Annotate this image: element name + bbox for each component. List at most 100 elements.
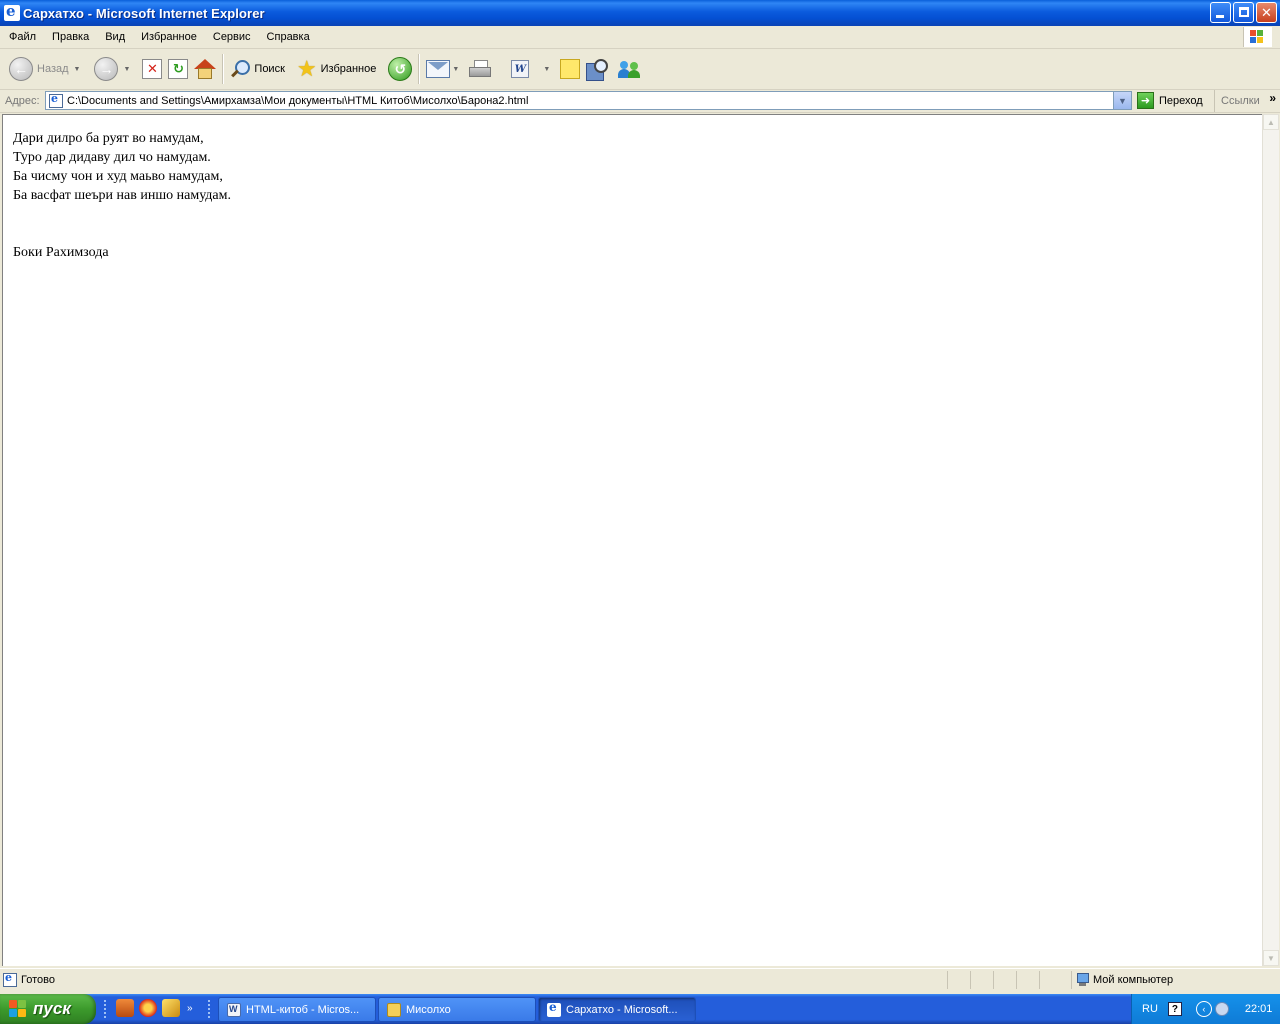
title-bar[interactable]: Сархатхо - Microsoft Internet Explorer ✕ xyxy=(0,0,1280,26)
favorites-star-icon: ★ xyxy=(296,56,317,81)
task-ie[interactable]: Сархатхо - Microsoft... xyxy=(538,997,696,1022)
menu-edit[interactable]: Правка xyxy=(44,31,97,43)
status-cell xyxy=(993,971,1016,989)
taskbar: пуск » HTML-китоб - Micros... Мисолхо Са… xyxy=(0,994,1280,1024)
chevron-more-icon[interactable]: » xyxy=(1269,91,1276,105)
word-edit-icon: W xyxy=(511,60,530,78)
menu-tools[interactable]: Сервис xyxy=(205,31,259,43)
language-indicator[interactable]: RU xyxy=(1142,1003,1158,1015)
back-label: Назад xyxy=(37,63,69,75)
status-cell xyxy=(970,971,993,989)
my-computer-icon xyxy=(1076,973,1089,987)
ie-icon xyxy=(547,1000,561,1017)
print-button[interactable] xyxy=(466,51,494,87)
back-dropdown-icon[interactable]: ▼ xyxy=(74,66,81,73)
status-page-icon xyxy=(3,971,17,987)
tray-network-icon[interactable] xyxy=(1214,1002,1229,1016)
status-text: Готово xyxy=(21,974,55,986)
poem-signature: Боки Рахимзода xyxy=(13,245,109,260)
quicklaunch-tool-icon[interactable] xyxy=(162,999,180,1017)
back-button[interactable]: ← Назад ▼ xyxy=(6,51,83,87)
mail-dropdown-icon[interactable]: ▼ xyxy=(452,66,459,73)
scroll-up-icon[interactable]: ▲ xyxy=(1263,114,1279,130)
document-body: Дари дилро ба руят во намудам, Туро дар … xyxy=(3,115,1262,262)
search-icon xyxy=(230,59,251,79)
search-label: Поиск xyxy=(254,63,285,75)
research-button[interactable] xyxy=(583,51,611,87)
menu-view[interactable]: Вид xyxy=(97,31,133,43)
stop-icon: ✕ xyxy=(142,59,163,79)
edit-button[interactable]: W ▼ xyxy=(508,51,553,87)
windows-flag-icon xyxy=(9,1000,27,1018)
links-toolbar[interactable]: Ссылки xyxy=(1214,90,1260,112)
status-cell xyxy=(947,971,970,989)
messenger-button[interactable] xyxy=(615,51,645,87)
start-label: пуск xyxy=(33,999,71,1018)
ie-app-icon[interactable] xyxy=(4,2,20,21)
note-icon xyxy=(560,59,581,79)
poem-line: Дари дилро ба руят во намудам, xyxy=(13,131,204,146)
taskbar-grip[interactable] xyxy=(208,1000,213,1018)
page-icon xyxy=(49,92,63,108)
address-input[interactable]: C:\Documents and Settings\Амирхамза\Мои … xyxy=(45,91,1132,110)
menu-bar: Файл Правка Вид Избранное Сервис Справка xyxy=(0,26,1280,49)
address-bar: Адрес: C:\Documents and Settings\Амирхам… xyxy=(0,90,1280,113)
menu-favorites[interactable]: Избранное xyxy=(133,31,205,43)
help-icon[interactable]: ? xyxy=(1167,1002,1182,1016)
printer-icon xyxy=(469,60,492,78)
page-content: Дари дилро ба руят во намудам, Туро дар … xyxy=(2,114,1262,966)
links-label: Ссылки xyxy=(1221,95,1260,107)
zone-label: Мой компьютер xyxy=(1093,974,1174,986)
go-button[interactable]: ➜ Переход xyxy=(1137,92,1203,109)
address-label: Адрес: xyxy=(5,95,40,107)
refresh-icon: ↻ xyxy=(168,59,189,79)
edit-dropdown-icon[interactable]: ▼ xyxy=(543,66,550,73)
quicklaunch-browser-icon[interactable] xyxy=(139,999,157,1017)
forward-dropdown-icon[interactable]: ▼ xyxy=(123,66,130,73)
minimize-button[interactable] xyxy=(1210,2,1231,23)
clock[interactable]: 22:01 xyxy=(1245,1003,1273,1015)
menu-file[interactable]: Файл xyxy=(0,31,44,43)
home-button[interactable] xyxy=(191,51,219,87)
restore-button[interactable] xyxy=(1233,2,1254,23)
start-button[interactable]: пуск xyxy=(0,994,96,1024)
windows-flag-icon xyxy=(1250,30,1264,44)
close-button[interactable]: ✕ xyxy=(1256,2,1277,23)
address-dropdown-icon[interactable]: ▼ xyxy=(1113,92,1131,109)
favorites-button[interactable]: ★ Избранное xyxy=(294,51,379,87)
minimize-icon xyxy=(1216,15,1224,18)
address-value[interactable]: C:\Documents and Settings\Амирхамза\Мои … xyxy=(67,95,528,107)
quicklaunch-more-icon[interactable]: » xyxy=(187,1003,193,1014)
refresh-button[interactable]: ↻ xyxy=(165,51,191,87)
discuss-button[interactable] xyxy=(557,51,583,87)
window-controls: ✕ xyxy=(1210,2,1277,23)
poem-line: Ба чисму чон и худ маьво намудам, xyxy=(13,169,223,184)
forward-button[interactable]: → ▼ xyxy=(91,51,133,87)
task-label: HTML-китоб - Micros... xyxy=(246,1003,360,1016)
toolbar-separator xyxy=(222,54,225,84)
back-arrow-icon: ← xyxy=(9,57,33,81)
restore-icon xyxy=(1239,7,1249,17)
search-button[interactable]: Поиск xyxy=(227,51,287,87)
scroll-down-icon[interactable]: ▼ xyxy=(1263,950,1279,966)
security-zone[interactable]: Мой компьютер xyxy=(1071,971,1280,989)
history-icon: ↺ xyxy=(388,57,413,81)
menu-help[interactable]: Справка xyxy=(259,31,318,43)
toolbar-separator xyxy=(418,54,421,84)
mail-button[interactable]: ▼ xyxy=(423,51,462,87)
task-folder[interactable]: Мисолхо xyxy=(378,997,536,1022)
show-hidden-icons-icon[interactable]: ‹ xyxy=(1195,1001,1212,1017)
word-icon xyxy=(227,1002,241,1017)
research-icon xyxy=(586,59,609,81)
status-cell xyxy=(1016,971,1039,989)
standard-toolbar: ← Назад ▼ → ▼ ✕ ↻ Поиск ★ Избранное ↺ ▼ … xyxy=(0,49,1280,90)
status-cells xyxy=(947,971,1062,989)
quicklaunch-app-icon[interactable] xyxy=(116,999,134,1017)
taskbar-grip[interactable] xyxy=(104,1000,109,1018)
home-icon xyxy=(194,58,217,80)
close-icon: ✕ xyxy=(1261,4,1272,20)
vertical-scrollbar[interactable]: ▲ ▼ xyxy=(1262,114,1279,966)
stop-button[interactable]: ✕ xyxy=(139,51,165,87)
history-button[interactable]: ↺ xyxy=(385,51,415,87)
task-word[interactable]: HTML-китоб - Micros... xyxy=(218,997,376,1022)
